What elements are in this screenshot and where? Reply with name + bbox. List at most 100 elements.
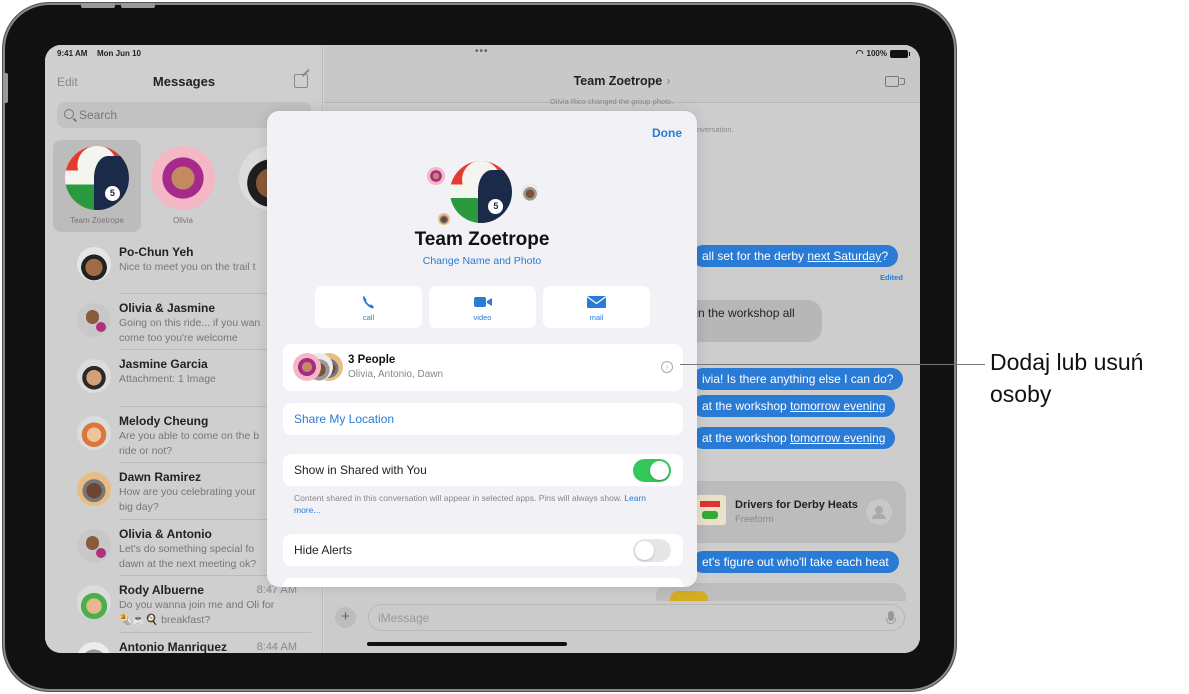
conversation-name: Rody Albuerne <box>119 583 204 597</box>
video-call-icon[interactable] <box>885 76 905 87</box>
people-row[interactable]: 3 People Olivia, Antonio, Dawn › <box>283 344 683 391</box>
shared-with-you-row: Show in Shared with You <box>283 454 683 486</box>
avatar <box>77 247 111 281</box>
avatar <box>77 585 111 619</box>
call-label: call <box>362 313 375 322</box>
sidebar-title: Messages <box>152 74 216 89</box>
message-bubble-outgoing[interactable]: ivia! Is there anything else I can do? <box>692 368 904 390</box>
system-note: Olivia Rico changed the group photo. <box>550 97 674 106</box>
message-text: ? <box>881 249 889 263</box>
chat-title-text: Team Zoetrope <box>573 74 663 88</box>
message-bubble-incoming[interactable]: s in the workshop all <box>676 300 822 342</box>
status-right: ◠ 100% <box>855 48 910 59</box>
message-bubble-outgoing[interactable]: at the workshop tomorrow evening <box>692 427 896 449</box>
conversation-name: Olivia & Jasmine <box>119 301 216 315</box>
search-placeholder: Search <box>79 108 118 122</box>
collaborators-icon[interactable] <box>866 499 892 525</box>
conversation-preview: Let's do something special fo dawn at th… <box>119 543 257 570</box>
group-photo[interactable] <box>450 161 512 223</box>
conversation-item[interactable]: Antonio Manriquez 8:44 AM <box>45 632 323 653</box>
avatar <box>293 353 321 381</box>
conversation-time: 8:44 AM <box>256 641 297 653</box>
home-indicator[interactable] <box>367 642 567 646</box>
conversation-name: Dawn Ramirez <box>119 470 202 484</box>
conversation-name: Melody Cheung <box>119 414 209 428</box>
ipad-frame: 9:41 AM Mon Jun 10 ••• ◠ 100% Edit Messa… <box>3 3 956 691</box>
search-icon <box>64 109 74 119</box>
conversation-name: Jasmine Garcia <box>119 357 208 371</box>
hide-alerts-label: Hide Alerts <box>294 543 353 557</box>
message-input[interactable]: iMessage <box>368 604 905 631</box>
battery-percent: 100% <box>866 49 887 58</box>
pinned-olivia[interactable]: Olivia <box>139 140 227 232</box>
pinned-label: Olivia <box>172 216 193 225</box>
callout-line <box>680 364 985 365</box>
side-button <box>3 73 8 103</box>
message-text: at the workshop <box>702 431 791 445</box>
pinned-label: Team Zoetrope <box>70 216 124 225</box>
compose-icon[interactable] <box>294 74 308 88</box>
status-bar: 9:41 AM Mon Jun 10 ••• ◠ 100% <box>45 45 920 63</box>
message-text: all set for the derby <box>702 249 808 263</box>
message-bubble-outgoing[interactable]: all set for the derby next Saturday? <box>692 245 899 267</box>
message-bubble-outgoing[interactable]: et's figure out who'll take each heat <box>692 551 899 573</box>
call-button[interactable]: call <box>315 286 422 328</box>
conversation-name: Po-Chun Yeh <box>119 245 194 259</box>
conversation-item[interactable]: Rody Albuerne 8:47 AM Do you wanna join … <box>45 575 323 637</box>
date-link[interactable]: next Saturday <box>807 249 881 263</box>
conversation-preview: How are you celebrating your big day? <box>119 486 256 513</box>
shared-with-you-footnote: Content shared in this conversation will… <box>294 492 674 516</box>
group-name: Team Zoetrope <box>414 229 550 250</box>
freeform-thumbnail <box>696 495 726 525</box>
status-time: 9:41 AM <box>57 49 88 58</box>
change-name-photo-link[interactable]: Change Name and Photo <box>267 255 697 267</box>
shared-with-you-toggle[interactable] <box>633 459 671 482</box>
video-button[interactable]: video <box>429 286 536 328</box>
plus-button[interactable]: + <box>335 607 356 628</box>
freeform-subtitle: Freeform <box>735 514 774 525</box>
message-bubble-outgoing[interactable]: at the workshop tomorrow evening <box>692 395 896 417</box>
avatar <box>151 146 215 210</box>
date-link[interactable]: tomorrow evening <box>790 399 885 413</box>
avatar <box>77 303 111 337</box>
hide-alerts-row: Hide Alerts <box>283 534 683 566</box>
chevron-right-icon[interactable]: › <box>661 361 673 373</box>
conversation-preview: Nice to meet you on the trail t <box>119 261 256 273</box>
member-avatar <box>519 181 541 203</box>
next-row-partial <box>283 578 683 587</box>
avatar <box>77 359 111 393</box>
conversation-preview: Are you able to come on the b ride or no… <box>119 430 260 457</box>
message-text: s in the workshop all <box>686 306 795 320</box>
microphone-icon[interactable] <box>886 611 896 624</box>
conversation-name: Antonio Manriquez <box>119 640 227 653</box>
message-text: et's figure out who'll take each heat <box>702 555 889 569</box>
shared-with-you-label: Show in Shared with You <box>294 463 427 477</box>
message-input-placeholder: iMessage <box>378 611 430 625</box>
share-location-row[interactable]: Share My Location <box>283 403 683 435</box>
multitasking-dots[interactable]: ••• <box>475 46 489 57</box>
member-avatar <box>425 165 447 187</box>
done-button[interactable]: Done <box>652 126 682 140</box>
avatar <box>77 529 111 563</box>
avatar <box>65 146 129 210</box>
video-label: video <box>473 313 492 322</box>
conversation-preview: Attachment: 1 Image <box>119 373 216 385</box>
people-names: Olivia, Antonio, Dawn <box>348 369 444 380</box>
wifi-icon: ◠ <box>855 48 864 58</box>
people-count: 3 People <box>348 354 396 366</box>
envelope-icon <box>586 296 607 308</box>
video-camera-icon <box>474 297 492 307</box>
member-avatar <box>436 211 452 227</box>
screen: 9:41 AM Mon Jun 10 ••• ◠ 100% Edit Messa… <box>45 45 920 653</box>
chat-title[interactable]: Team Zoetrope › <box>324 74 920 88</box>
date-link[interactable]: tomorrow evening <box>790 431 885 445</box>
mail-button[interactable]: mail <box>543 286 650 328</box>
pinned-team-zoetrope[interactable]: Team Zoetrope <box>53 140 141 232</box>
hide-alerts-toggle[interactable] <box>633 539 671 562</box>
freeform-title: Drivers for Derby Heats <box>735 499 858 511</box>
divider <box>119 632 311 633</box>
message-text: ivia! Is there anything else I can do? <box>702 372 894 386</box>
edited-label[interactable]: Edited <box>880 273 903 282</box>
phone-icon <box>363 296 374 309</box>
conversation-preview: Do you wanna join me and Oli for 🌯☕🍳 bre… <box>119 599 275 626</box>
